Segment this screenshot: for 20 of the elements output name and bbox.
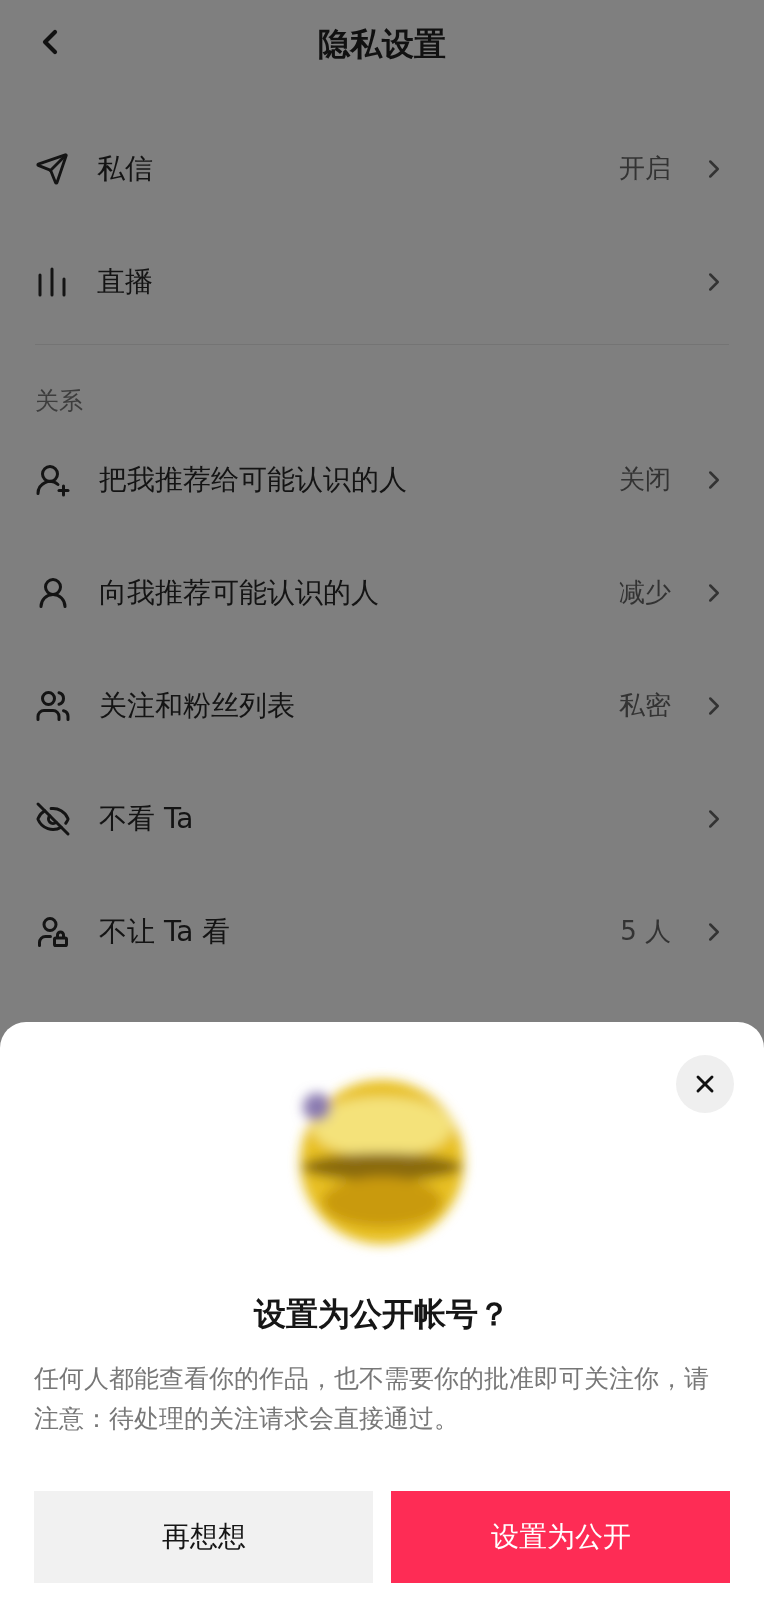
setting-label[interactable]: 不让 Ta 看 <box>99 912 593 951</box>
setting-value: 5 人 <box>620 915 671 948</box>
setting-value: 减少 <box>619 576 671 609</box>
setting-label[interactable]: 向我推荐可能认识的人 <box>99 573 591 612</box>
eye-off-icon <box>35 800 71 837</box>
dialog-message: 任何人都能查看你的作品，也不需要你的批准即可关注你，请注意：待处理的关注请求会直接通过。 <box>34 1363 710 1435</box>
send-icon <box>35 151 69 186</box>
page-title: 隐私设置 <box>318 24 446 65</box>
setting-label[interactable]: 把我推荐给可能认识的人 <box>99 460 591 499</box>
setting-label[interactable]: 关注和粉丝列表 <box>99 686 591 725</box>
dialog-title: 设置为公开帐号？ <box>254 1294 510 1335</box>
setting-value: 开启 <box>619 152 671 185</box>
setting-value: 私密 <box>619 689 671 722</box>
section-title: 关系 <box>35 386 84 417</box>
cancel-button[interactable]: 再想想 <box>34 1491 373 1583</box>
confirm-button[interactable]: 设置为公开 <box>391 1491 730 1583</box>
setting-value: 关闭 <box>619 463 671 496</box>
setting-label[interactable]: 私信 <box>97 149 591 188</box>
setting-label[interactable]: 直播 <box>97 262 671 301</box>
setting-label[interactable]: 不看 Ta <box>99 799 671 838</box>
